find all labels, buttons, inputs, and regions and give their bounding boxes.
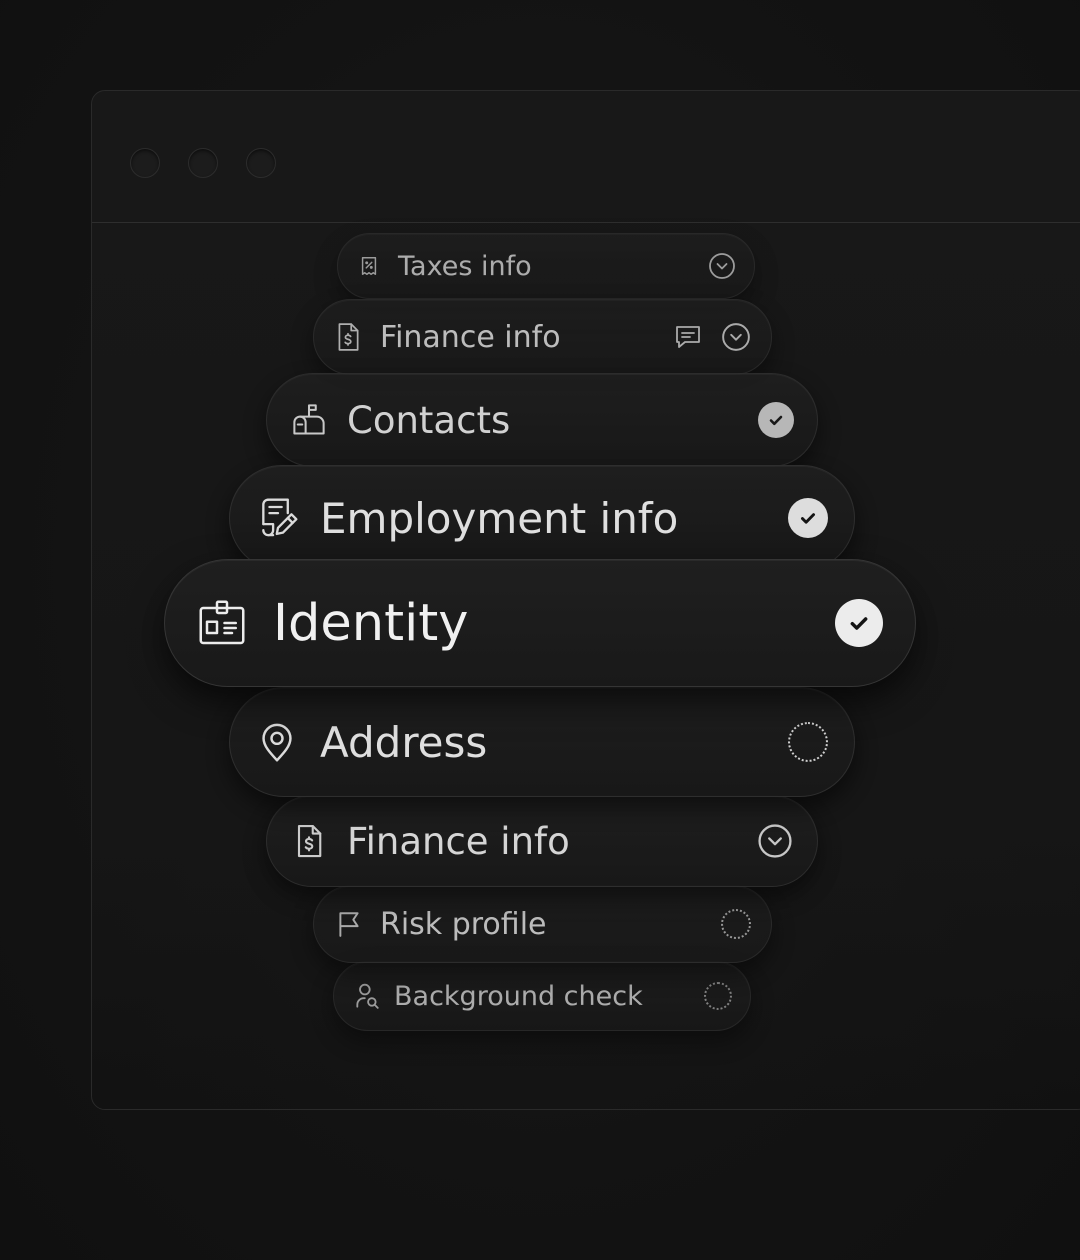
pending-status-icon: [704, 982, 732, 1010]
comment-icon[interactable]: [673, 323, 703, 351]
pending-status-icon: [788, 722, 828, 762]
window-titlebar: [92, 91, 1080, 223]
step-label: Employment info: [320, 493, 679, 543]
user-search-icon: [354, 982, 380, 1010]
step-identity[interactable]: Identity: [164, 559, 916, 687]
step-label: Identity: [273, 593, 469, 653]
mailbox-icon: [291, 402, 327, 438]
stage: Taxes info Finance info Contacts Employm…: [0, 0, 1080, 1260]
window-maximize-button[interactable]: [246, 148, 276, 178]
document-edit-icon: [256, 496, 300, 540]
check-icon: [788, 498, 828, 538]
step-label: Taxes info: [398, 250, 532, 282]
chevron-down-icon[interactable]: [721, 322, 751, 352]
step-label: Contacts: [347, 398, 511, 442]
document-dollar-icon: [334, 322, 362, 352]
id-badge-icon: [197, 599, 247, 647]
step-finance-info-top[interactable]: Finance info: [313, 299, 772, 375]
chevron-down-icon[interactable]: [708, 252, 736, 280]
step-contacts[interactable]: Contacts: [266, 373, 818, 467]
window-close-button[interactable]: [130, 148, 160, 178]
pending-status-icon: [721, 909, 751, 939]
step-background-check[interactable]: Background check: [333, 961, 751, 1031]
receipt-percent-icon: [358, 254, 380, 278]
check-icon: [758, 402, 794, 438]
step-label: Background check: [394, 980, 643, 1012]
step-label: Finance info: [347, 819, 570, 863]
map-pin-icon: [256, 720, 298, 764]
step-label: Address: [320, 717, 488, 767]
step-label: Finance info: [380, 319, 561, 355]
check-icon: [835, 599, 883, 647]
step-taxes-info[interactable]: Taxes info: [337, 233, 755, 299]
document-dollar-icon: [293, 823, 325, 859]
step-employment-info[interactable]: Employment info: [229, 465, 855, 571]
window-minimize-button[interactable]: [188, 148, 218, 178]
step-label: Risk profile: [380, 906, 547, 942]
step-finance-info-bottom[interactable]: Finance info: [266, 795, 818, 887]
step-address[interactable]: Address: [229, 687, 855, 797]
flag-icon: [336, 910, 362, 938]
chevron-down-icon[interactable]: [757, 823, 793, 859]
step-risk-profile[interactable]: Risk profile: [313, 885, 772, 963]
